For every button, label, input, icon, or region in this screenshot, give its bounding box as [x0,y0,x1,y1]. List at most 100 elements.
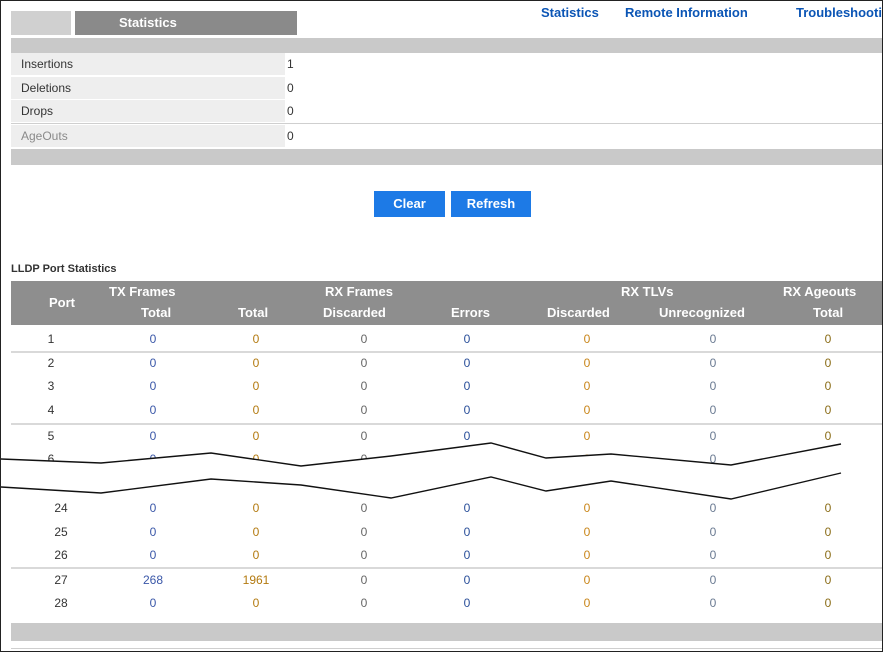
cell-tlv-discarded: 0 [583,525,591,539]
cell-rx-total: 0 [252,525,260,539]
cell-rx-errors: 0 [463,332,471,346]
cell-rx-total: 0 [252,332,260,346]
tab-blank[interactable] [11,11,71,35]
col-port: Port [49,295,75,310]
table-row: 28 0 0 0 0 0 0 0 [11,592,882,614]
cell-rx-total: 0 [252,501,260,515]
cell-ageouts: 0 [824,332,832,346]
cell-tlv-unrecognized: 0 [709,548,717,562]
cell-port: 1 [47,332,55,346]
cell-tx-total: 0 [149,501,157,515]
summary-label: AgeOuts [11,125,285,147]
cell-rx-errors: 0 [463,403,471,417]
port-statistics-header: Port TX Frames RX Frames RX TLVs RX Ageo… [11,281,882,325]
link-remote-information[interactable]: Remote Information [625,5,748,20]
col-rx-total: Total [238,305,269,320]
cell-port: 4 [47,403,55,417]
cell-tlv-unrecognized: 0 [709,573,717,587]
port-statistics-title: LLDP Port Statistics [11,263,117,275]
table-row: 4 0 0 0 0 0 0 0 [11,399,882,421]
cell-rx-discarded: 0 [360,548,368,562]
cell-tlv-unrecognized: 0 [709,596,717,610]
cell-rx-discarded: 0 [360,525,368,539]
col-tlv-discarded: Discarded [547,305,610,320]
col-tx-total: Total [141,305,172,320]
cell-ageouts: 0 [824,573,832,587]
cell-rx-total: 0 [252,596,260,610]
table-row: 25 0 0 0 0 0 0 0 [11,521,882,543]
cell-port: 3 [47,379,55,393]
group-rx-frames: RX Frames [325,284,393,299]
table-row: 26 0 0 0 0 0 0 0 [11,544,882,566]
cell-tx-total: 0 [149,525,157,539]
cell-rx-total: 0 [252,548,260,562]
cell-rx-total: 0 [252,356,260,370]
col-rx-discarded: Discarded [323,305,386,320]
cell-port: 25 [54,525,68,539]
window-frame: Statistics Statistics Remote Information… [0,0,883,652]
cell-tx-total: 0 [149,379,157,393]
cell-rx-discarded: 0 [360,501,368,515]
page-bottom-line [11,648,882,649]
cell-tlv-discarded: 0 [583,332,591,346]
cell-tlv-discarded: 0 [583,548,591,562]
cell-tlv-discarded: 0 [583,379,591,393]
cell-ageouts: 0 [824,501,832,515]
cell-rx-errors: 0 [463,379,471,393]
table-break-mark [1,441,882,500]
summary-row-deletions: Deletions 0 [11,77,882,99]
cell-port: 24 [54,501,68,515]
link-statistics[interactable]: Statistics [541,5,599,20]
cell-tlv-unrecognized: 0 [709,501,717,515]
cell-tlv-discarded: 0 [583,403,591,417]
cell-rx-errors: 0 [463,525,471,539]
cell-ageouts: 0 [824,403,832,417]
group-rx-tlvs: RX TLVs [621,284,674,299]
table-bottom-band [11,623,882,641]
cell-tx-total: 268 [142,573,164,587]
cell-tlv-discarded: 0 [583,501,591,515]
table-row: 24 0 0 0 0 0 0 0 [11,497,882,519]
table-row: 1 0 0 0 0 0 0 0 [11,328,882,350]
cell-ageouts: 0 [824,596,832,610]
cell-tlv-discarded: 0 [583,573,591,587]
cell-tx-total: 0 [149,356,157,370]
cell-rx-discarded: 0 [360,573,368,587]
cell-tlv-unrecognized: 0 [709,525,717,539]
summary-row-drops: Drops 0 [11,100,882,122]
summary-value: 0 [287,129,294,143]
cell-ageouts: 0 [824,548,832,562]
cell-port: 26 [54,548,68,562]
cell-tx-total: 0 [149,403,157,417]
table-row: 27 268 1961 0 0 0 0 0 [11,569,882,591]
summary-value: 1 [287,57,294,71]
col-ageouts-total: Total [813,305,844,320]
cell-rx-discarded: 0 [360,596,368,610]
table-row: 3 0 0 0 0 0 0 0 [11,375,882,397]
group-tx-frames: TX Frames [109,284,176,299]
col-rx-errors: Errors [451,305,491,320]
cell-tlv-unrecognized: 0 [709,332,717,346]
cell-port: 2 [47,356,55,370]
cell-rx-errors: 0 [463,548,471,562]
summary-separator [11,123,882,124]
cell-ageouts: 0 [824,525,832,539]
cell-rx-errors: 0 [463,596,471,610]
cell-ageouts: 0 [824,379,832,393]
cell-rx-total: 0 [252,379,260,393]
cell-rx-discarded: 0 [360,356,368,370]
header-band [11,38,882,53]
cell-tlv-unrecognized: 0 [709,356,717,370]
cell-rx-discarded: 0 [360,403,368,417]
link-troubleshooting[interactable]: Troubleshooting [796,5,882,20]
cell-port: 28 [54,596,68,610]
clear-button[interactable]: Clear [374,191,445,217]
tab-statistics[interactable]: Statistics [75,11,297,35]
cell-tlv-unrecognized: 0 [709,403,717,417]
table-row: 2 0 0 0 0 0 0 0 [11,352,882,374]
cell-tx-total: 0 [149,332,157,346]
summary-bottom-band [11,149,882,165]
cell-rx-discarded: 0 [360,379,368,393]
cell-rx-errors: 0 [463,501,471,515]
refresh-button[interactable]: Refresh [451,191,531,217]
